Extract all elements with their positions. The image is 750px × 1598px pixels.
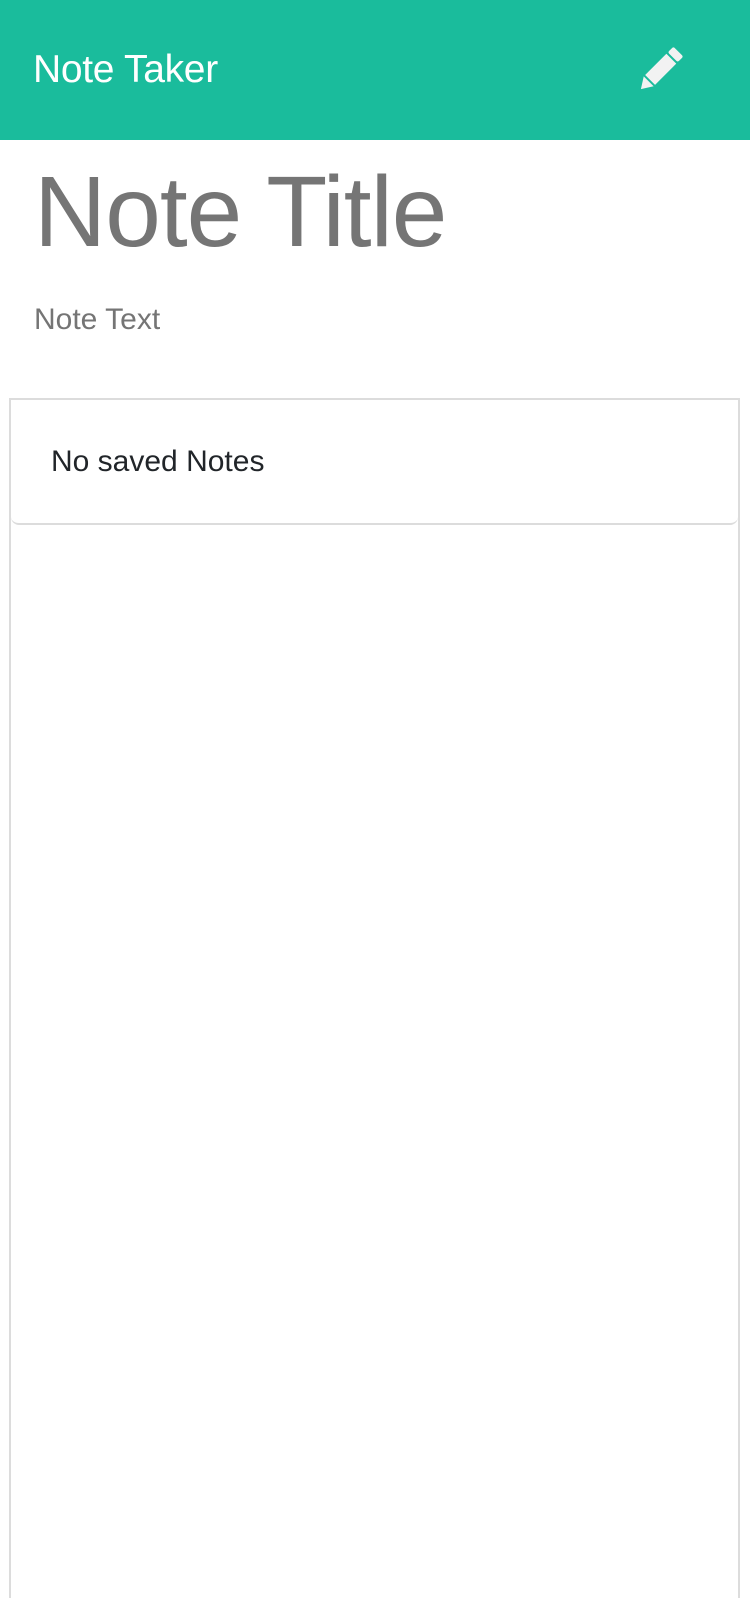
note-title-input[interactable]: [30, 150, 728, 274]
brand-link[interactable]: Note Taker: [33, 44, 218, 96]
empty-notes-message: No saved Notes: [51, 445, 265, 478]
pencil-icon: [630, 40, 690, 100]
note-text-input[interactable]: [30, 296, 728, 364]
list-item: No saved Notes: [11, 400, 738, 525]
new-note-button[interactable]: [630, 40, 690, 100]
notes-list-panel: No saved Notes: [9, 398, 740, 1598]
navbar: Note Taker: [0, 0, 750, 140]
